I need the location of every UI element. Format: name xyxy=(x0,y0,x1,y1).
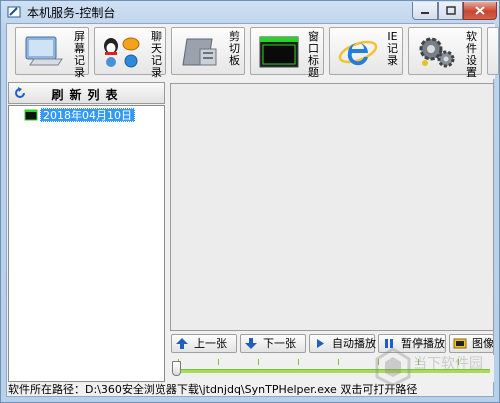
next-image-label: 下一张 xyxy=(263,337,296,350)
arrow-up-icon xyxy=(176,338,188,349)
image-icon xyxy=(453,338,467,349)
clipboard-label: 剪切板 xyxy=(229,30,240,67)
timeline-track[interactable] xyxy=(174,369,490,373)
timeline-tick xyxy=(378,359,379,365)
window-icon xyxy=(259,36,299,68)
timeline-thumb[interactable] xyxy=(172,361,181,376)
pause-label: 暂停播放 xyxy=(401,337,445,350)
software-settings-label: 软件设置 xyxy=(466,30,477,79)
monitor-icon xyxy=(25,36,63,66)
image-zoom-button[interactable]: 图像缩 xyxy=(449,334,494,353)
screen-record-button[interactable]: 屏幕记录 xyxy=(15,27,89,79)
chat-record-button[interactable]: 聊天记录 xyxy=(94,27,166,79)
timeline-tick xyxy=(458,359,459,365)
client-area: 屏幕记录 聊天记录 剪切板 窗口标题 IE记录 软件设置 刷新列表 2018年0… xyxy=(6,23,499,397)
timeline-tick xyxy=(418,359,419,365)
status-bar[interactable]: 软件所在路径：D:\360安全浏览器下载\jtdnjdq\SynTPHelper… xyxy=(8,382,494,397)
prev-image-label: 上一张 xyxy=(194,337,227,350)
window-title: 本机服务-控制台 xyxy=(27,6,116,20)
refresh-list-button[interactable]: 刷新列表 xyxy=(8,82,165,104)
timeline-slider[interactable] xyxy=(170,355,494,382)
auto-play-button[interactable]: 自动播放 xyxy=(309,334,376,353)
screen-folder-icon xyxy=(24,109,38,121)
ie-record-label: IE记录 xyxy=(387,30,398,67)
maximize-icon xyxy=(445,6,456,15)
date-tree[interactable]: 2018年04月10日 xyxy=(8,105,165,382)
pause-icon xyxy=(385,339,393,348)
window-title-label: 窗口标题 xyxy=(308,30,319,79)
chat-record-label: 聊天记录 xyxy=(151,30,162,79)
toolbar-overflow-button[interactable] xyxy=(487,27,499,75)
timeline-tick xyxy=(258,359,259,365)
app-window: 本机服务-控制台 屏幕记录 聊天记录 剪切板 窗口标题 IE记录 软件设置 刷新… xyxy=(0,0,500,403)
window-title-button[interactable]: 窗口标题 xyxy=(250,27,324,79)
app-icon xyxy=(7,6,21,18)
close-icon xyxy=(475,6,485,15)
refresh-list-label: 刷新列表 xyxy=(51,88,124,102)
auto-play-label: 自动播放 xyxy=(332,337,376,350)
maximize-button[interactable] xyxy=(438,2,463,20)
clipboard-icon xyxy=(182,38,217,66)
ie-icon xyxy=(338,40,378,66)
gears-icon xyxy=(419,37,455,68)
timeline-tick xyxy=(218,359,219,365)
screenshot-preview[interactable] xyxy=(170,83,494,331)
timeline-tick xyxy=(298,359,299,365)
prev-image-button[interactable]: 上一张 xyxy=(171,334,237,353)
screen-record-label: 屏幕记录 xyxy=(74,30,85,79)
arrow-down-icon xyxy=(245,338,257,349)
tree-item-label[interactable]: 2018年04月10日 xyxy=(40,108,135,122)
title-bar[interactable]: 本机服务-控制台 xyxy=(1,1,499,23)
ie-record-button[interactable]: IE记录 xyxy=(329,27,403,75)
toolbar: 屏幕记录 聊天记录 剪切板 窗口标题 IE记录 软件设置 xyxy=(7,24,499,79)
pause-button[interactable]: 暂停播放 xyxy=(378,334,446,353)
close-button[interactable] xyxy=(463,2,497,20)
minimize-button[interactable] xyxy=(412,2,438,20)
clipboard-button[interactable]: 剪切板 xyxy=(171,27,245,75)
play-icon xyxy=(317,339,324,348)
next-image-button[interactable]: 下一张 xyxy=(240,334,306,353)
timeline-tick xyxy=(338,359,339,365)
image-zoom-label: 图像缩 xyxy=(472,337,494,350)
chat-apps-icon xyxy=(104,37,140,68)
minimize-icon xyxy=(421,11,429,14)
software-settings-button[interactable]: 软件设置 xyxy=(408,27,482,79)
